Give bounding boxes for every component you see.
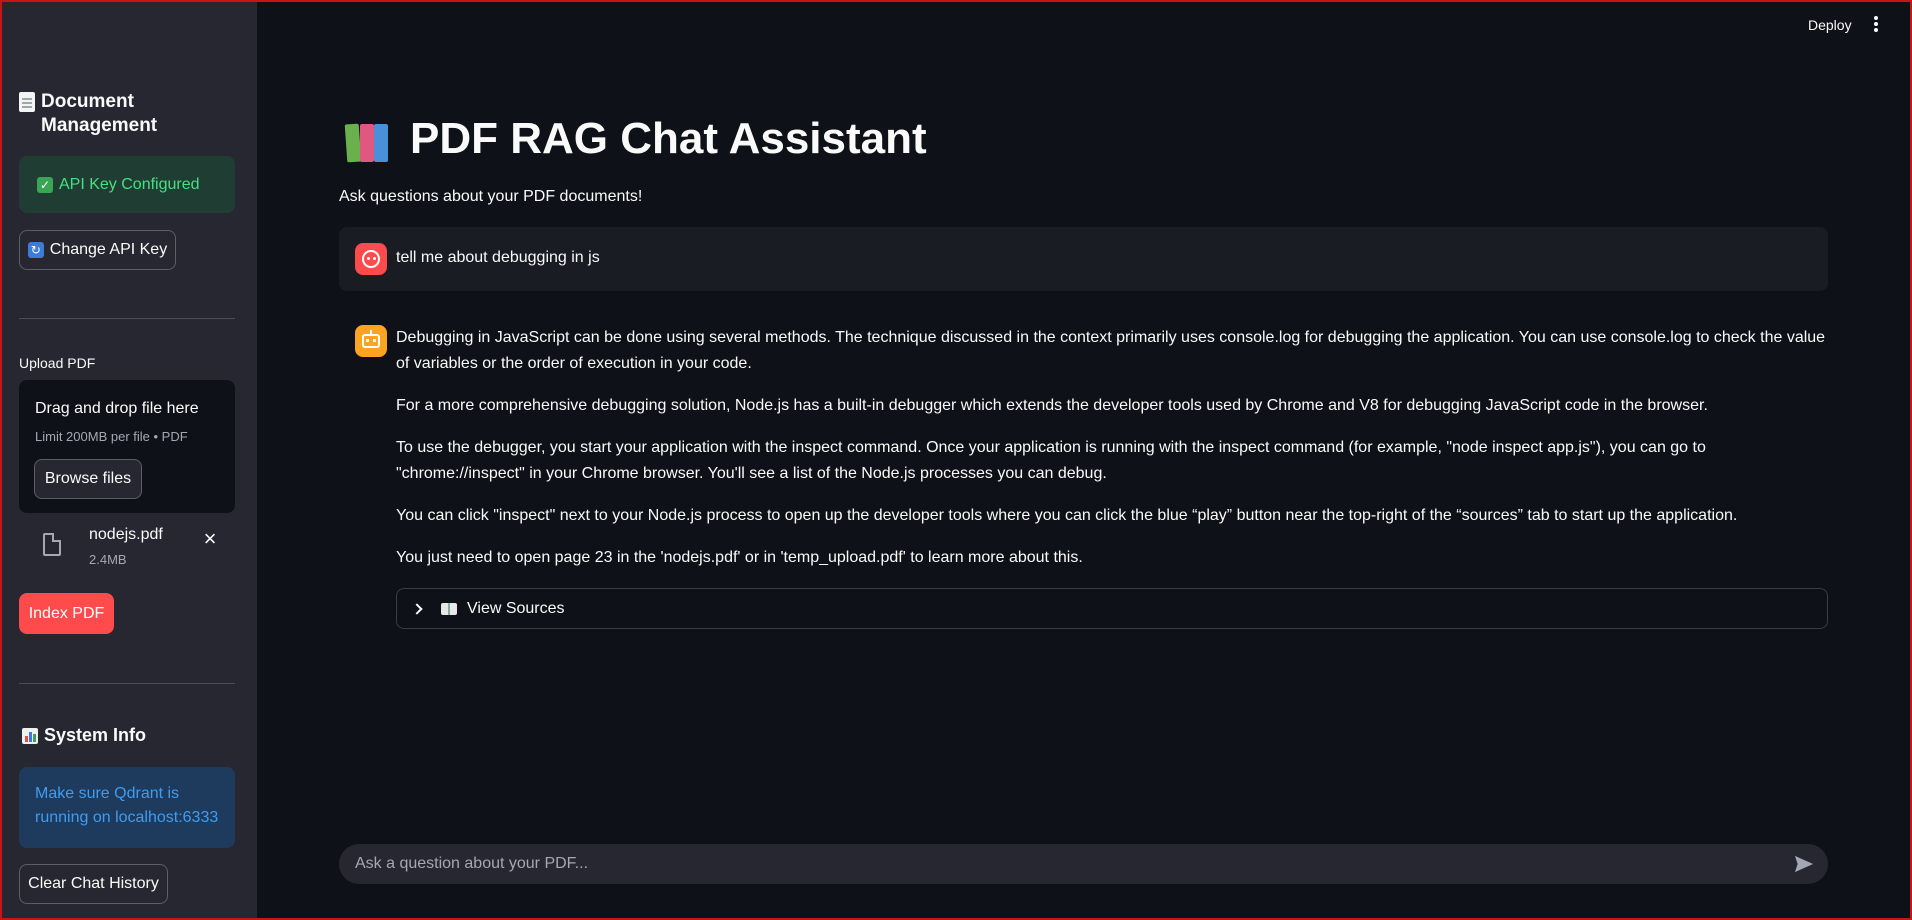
- robot-icon: [362, 330, 380, 348]
- chat-input-container: [339, 844, 1828, 884]
- books-icon: [344, 116, 394, 163]
- chat-input[interactable]: [355, 844, 1755, 884]
- browse-files-button[interactable]: Browse files: [34, 459, 142, 499]
- clear-chat-history-button[interactable]: Clear Chat History: [19, 864, 168, 904]
- user-avatar: [355, 243, 387, 275]
- assistant-paragraph: You can click "inspect" next to your Nod…: [396, 507, 1738, 524]
- deploy-button[interactable]: Deploy: [1808, 17, 1852, 33]
- page-subtitle: Ask questions about your PDF documents!: [339, 188, 643, 205]
- dropzone-limit: Limit 200MB per file • PDF: [35, 429, 188, 444]
- user-message: tell me about debugging in js: [339, 227, 1828, 291]
- page-title-text: PDF RAG Chat Assistant: [410, 114, 927, 163]
- file-size: 2.4MB: [89, 552, 127, 567]
- assistant-message: Debugging in JavaScript can be done usin…: [396, 325, 1828, 587]
- system-info-alert: Make sure Qdrant is running on localhost…: [19, 767, 235, 848]
- check-icon: ✓: [37, 176, 53, 193]
- view-sources-expander[interactable]: View Sources: [396, 588, 1828, 629]
- uploaded-file: nodejs.pdf 2.4MB ×: [19, 522, 235, 570]
- api-status-alert: ✓ API Key Configured: [19, 156, 235, 213]
- file-name: nodejs.pdf: [89, 526, 163, 543]
- view-sources-label: View Sources: [467, 599, 565, 617]
- dropzone-title: Drag and drop file here: [35, 400, 199, 417]
- change-api-key-button[interactable]: ↻ Change API Key: [19, 230, 176, 270]
- system-info-title: System Info: [22, 725, 146, 746]
- divider: [19, 683, 235, 684]
- user-message-text: tell me about debugging in js: [396, 249, 600, 266]
- assistant-paragraph: Debugging in JavaScript can be done usin…: [396, 329, 1826, 372]
- sidebar-title: Document Management: [19, 90, 234, 138]
- assistant-paragraph: You just need to open page 23 in the 'no…: [396, 549, 1083, 566]
- change-api-key-label: Change API Key: [49, 241, 168, 258]
- divider: [19, 318, 235, 319]
- kebab-menu-icon[interactable]: [1872, 16, 1880, 36]
- index-pdf-button[interactable]: Index PDF: [19, 593, 114, 634]
- page-title: PDF RAG Chat Assistant: [344, 114, 927, 164]
- assistant-paragraph: To use the debugger, you start your appl…: [396, 439, 1706, 482]
- open-book-icon: [441, 602, 457, 615]
- file-icon: [43, 533, 61, 556]
- sidebar-title-text: Document Management: [41, 91, 158, 136]
- refresh-icon: ↻: [27, 242, 44, 258]
- bar-chart-icon: [22, 727, 38, 744]
- api-status-text: API Key Configured: [59, 175, 200, 193]
- user-face-icon: [362, 250, 380, 268]
- upload-label: Upload PDF: [19, 355, 96, 371]
- system-info-title-text: System Info: [44, 725, 147, 745]
- sidebar: Document Management ✓ API Key Configured…: [0, 0, 257, 920]
- document-icon: [19, 92, 35, 112]
- chevron-right-icon: [411, 602, 423, 615]
- remove-file-icon[interactable]: ×: [199, 528, 221, 550]
- assistant-paragraph: For a more comprehensive debugging solut…: [396, 397, 1708, 414]
- send-icon[interactable]: [1793, 854, 1815, 874]
- file-dropzone[interactable]: Drag and drop file here Limit 200MB per …: [19, 380, 235, 513]
- assistant-avatar: [355, 325, 387, 357]
